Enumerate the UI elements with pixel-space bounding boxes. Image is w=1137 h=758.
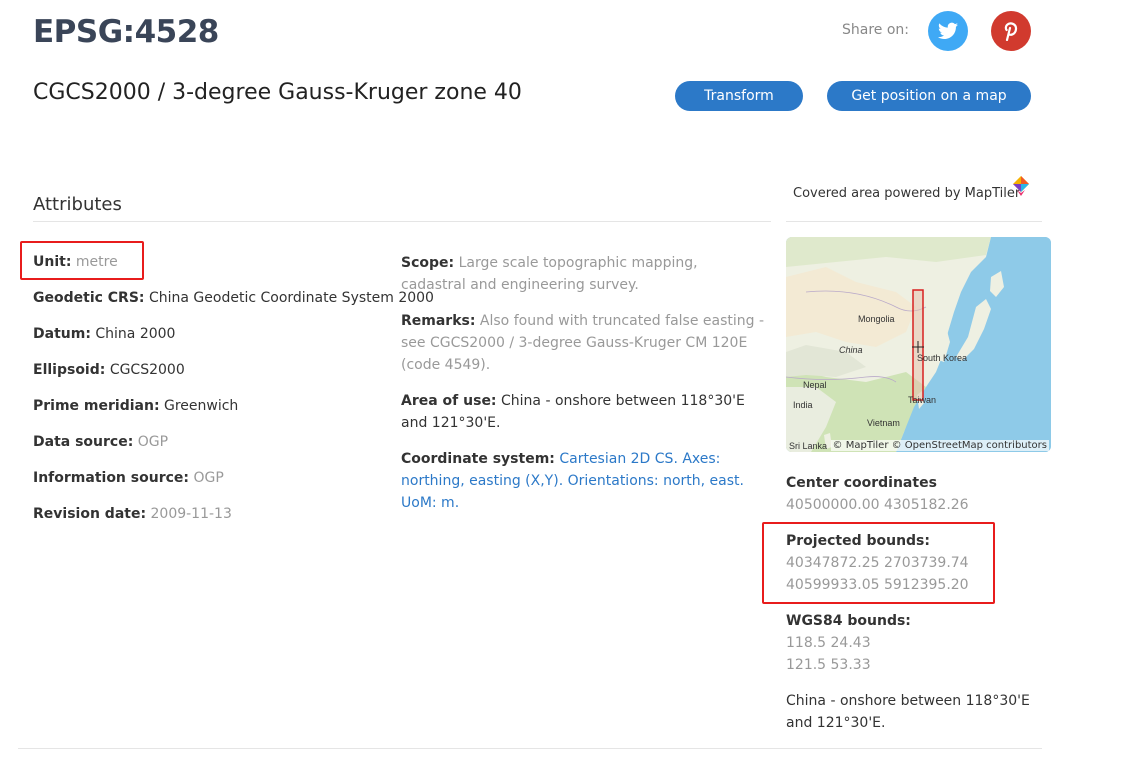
attr-datum: Datum: China 2000 [33, 324, 393, 360]
attr-value: OGP [137, 434, 169, 450]
sidebar-area-of-use: China - onshore between 118°30'E and 121… [786, 690, 1046, 734]
center-coordinates: Center coordinates 40500000.00 4305182.2… [786, 472, 1046, 516]
attr-label: Revision date: [33, 506, 147, 522]
highlight-box-unit [20, 241, 144, 280]
attr-label: Datum: [33, 326, 91, 342]
maptiler-logo-icon[interactable] [1008, 174, 1034, 200]
map-label-nepal: Nepal [803, 380, 827, 390]
attr-scope: Scope: Large scale topographic mapping, … [401, 252, 766, 296]
attr-information-source: Information source: OGP [33, 468, 393, 504]
attr-ellipsoid: Ellipsoid: CGCS2000 [33, 360, 393, 396]
attr-coordinate-system: Coordinate system: Cartesian 2D CS. Axes… [401, 448, 766, 514]
map-label-south-korea: South Korea [917, 353, 967, 363]
wgs-label: WGS84 bounds: [786, 613, 911, 629]
twitter-share-button[interactable] [928, 11, 968, 51]
pinterest-icon [1004, 22, 1018, 41]
transform-button[interactable]: Transform [675, 81, 803, 111]
attr-geodetic-crs: Geodetic CRS: China Geodetic Coordinate … [33, 288, 434, 324]
attr-label: Scope: [401, 255, 455, 271]
attr-revision-date: Revision date: 2009-11-13 [33, 504, 393, 540]
area-text: China - onshore between 118°30'E and 121… [786, 693, 1030, 731]
map-label-taiwan: Taiwan [908, 395, 936, 405]
map-label-mongolia: Mongolia [858, 314, 895, 324]
map-label-sri-lanka: Sri Lanka [789, 441, 827, 451]
attributes-right-list: Scope: Large scale topographic mapping, … [401, 252, 766, 528]
divider [18, 748, 1042, 749]
attr-prime-meridian: Prime meridian: Greenwich [33, 396, 393, 432]
divider [33, 221, 771, 222]
attr-data-source: Data source: OGP [33, 432, 393, 468]
divider [786, 221, 1042, 222]
attr-label: Prime meridian: [33, 398, 160, 414]
attr-label: Data source: [33, 434, 134, 450]
highlight-box-projected-bounds [762, 522, 995, 604]
crs-name: CGCS2000 / 3-degree Gauss-Kruger zone 40 [33, 80, 522, 105]
attr-label: Geodetic CRS: [33, 290, 145, 306]
map-label-china: China [839, 345, 863, 355]
attr-value: Greenwich [164, 398, 239, 414]
attr-label: Remarks: [401, 313, 476, 329]
map-label-vietnam: Vietnam [867, 418, 900, 428]
wgs84-bounds: WGS84 bounds: 118.5 24.43 121.5 53.33 [786, 610, 1046, 676]
attr-remarks: Remarks: Also found with truncated false… [401, 310, 766, 376]
page-title: EPSG:4528 [33, 14, 219, 50]
pinterest-share-button[interactable] [991, 11, 1031, 51]
attr-value: China Geodetic Coordinate System 2000 [148, 290, 434, 306]
get-position-button[interactable]: Get position on a map [827, 81, 1031, 111]
map-attribution[interactable]: © MapTiler © OpenStreetMap contributors [830, 440, 1049, 451]
map-canvas: Mongolia China South Korea Nepal India T… [786, 237, 1051, 452]
covered-area-label: Covered area powered by MapTiler [793, 186, 1021, 201]
center-label: Center coordinates [786, 475, 937, 491]
wgs-min: 118.5 24.43 [786, 635, 871, 651]
center-value: 40500000.00 4305182.26 [786, 497, 969, 513]
attr-value: China 2000 [95, 326, 176, 342]
attr-label: Area of use: [401, 393, 497, 409]
coverage-map[interactable]: Mongolia China South Korea Nepal India T… [786, 237, 1051, 452]
attr-label: Information source: [33, 470, 189, 486]
attributes-left-list: Unit: metre Geodetic CRS: China Geodetic… [33, 252, 434, 540]
wgs-max: 121.5 53.33 [786, 657, 871, 673]
attr-label: Coordinate system: [401, 451, 555, 467]
attr-value: CGCS2000 [109, 362, 185, 378]
twitter-icon [938, 22, 958, 39]
map-label-india: India [793, 400, 813, 410]
share-label: Share on: [842, 22, 910, 38]
attributes-heading: Attributes [33, 194, 122, 215]
attr-value: 2009-11-13 [150, 506, 232, 522]
attr-area-of-use: Area of use: China - onshore between 118… [401, 390, 766, 434]
attr-value: OGP [193, 470, 224, 486]
attr-label: Ellipsoid: [33, 362, 106, 378]
